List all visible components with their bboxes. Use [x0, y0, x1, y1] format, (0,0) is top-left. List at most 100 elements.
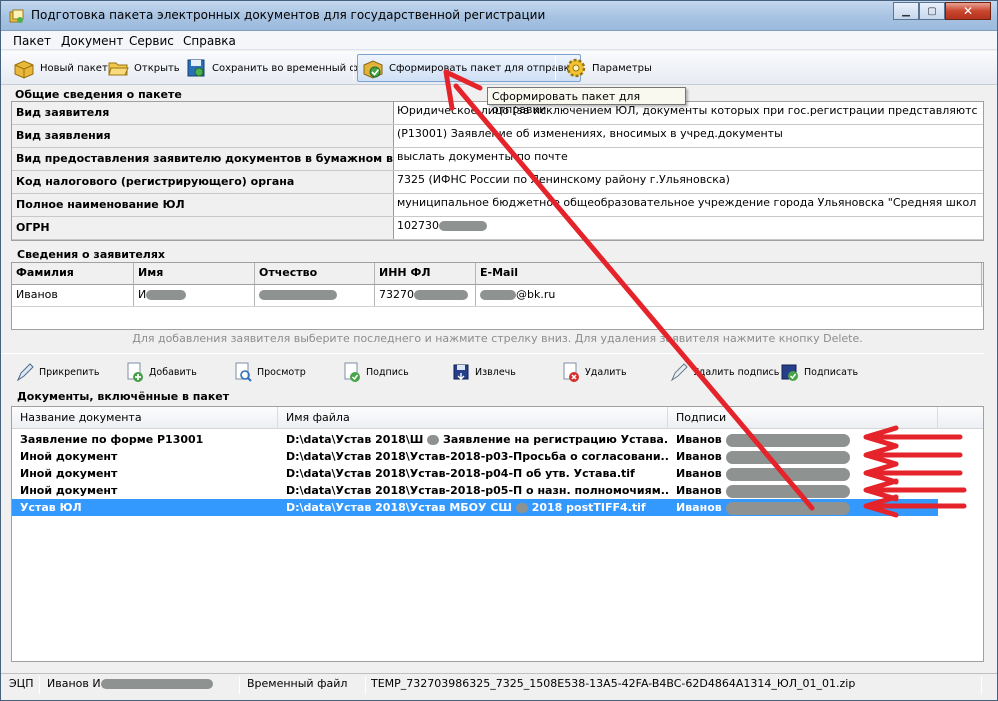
cell-name[interactable]: И [134, 285, 255, 306]
table-header: Название документа Имя файла Подписи [12, 407, 983, 429]
menu-bar: Пакет Документ Сервис Справка [1, 31, 997, 50]
delete-signature-button[interactable]: Удалить подпись [669, 359, 779, 385]
cell-inn[interactable]: 73270 [375, 285, 476, 306]
cell-doc-name: Заявление по форме Р13001 [20, 433, 204, 446]
info-key: Полное наименование ЮЛ [12, 194, 394, 216]
app-window: Подготовка пакета электронных документов… [0, 0, 998, 701]
column-header[interactable]: Имя [134, 263, 255, 284]
close-button[interactable]: ✕ [945, 2, 991, 20]
params-button[interactable]: Параметры [561, 54, 656, 82]
right-edge [984, 101, 996, 662]
status-temp-label: Временный файл [247, 677, 348, 690]
cell-file-name: D:\data\Устав 2018\Устав-2018-р03-Просьб… [286, 450, 668, 463]
sign-disk-icon [781, 364, 798, 381]
cell-signatures: Иванов [668, 431, 938, 448]
save-temp-button[interactable]: Сохранить во временный файл [181, 54, 381, 82]
cell-signatures: Иванов [668, 482, 938, 499]
window-title: Подготовка пакета электронных документов… [31, 8, 546, 22]
redaction [427, 435, 440, 445]
splitter[interactable] [1, 353, 997, 354]
table-row[interactable]: Иной документ D:\data\Устав 2018\Устав-2… [12, 482, 938, 499]
menu-package[interactable]: Пакет [13, 34, 51, 48]
main-toolbar: Новый пакет Открыть Сохранить во временн… [1, 51, 997, 85]
applicants-section-title: Сведения о заявителях [17, 248, 166, 261]
info-value[interactable]: 7325 (ИФНС России по Ленинскому району г… [395, 171, 983, 193]
menu-service[interactable]: Сервис [129, 34, 174, 48]
redaction [100, 679, 213, 689]
column-header[interactable]: Название документа [12, 407, 278, 429]
general-section-title: Общие сведения о пакете [15, 88, 182, 101]
info-key: ОГРН [12, 217, 394, 239]
info-value[interactable]: (Р13001) Заявление об изменениях, вносим… [395, 125, 983, 147]
info-key: Вид заявителя [12, 102, 394, 124]
new-package-icon [14, 60, 34, 79]
cell-patronymic[interactable] [255, 285, 375, 306]
redaction [439, 221, 487, 231]
signature-icon [344, 362, 360, 382]
column-header[interactable]: Отчество [255, 263, 375, 284]
column-header[interactable]: E-Mail [476, 263, 982, 284]
signature-button[interactable]: Подпись [342, 359, 409, 385]
cell-doc-name: Устав ЮЛ [20, 501, 82, 514]
column-header[interactable]: ИНН ФЛ [375, 263, 476, 284]
new-package-button[interactable]: Новый пакет [9, 54, 112, 82]
info-value[interactable]: Юридическое лицо (за исключением ЮЛ, док… [395, 102, 983, 124]
view-button[interactable]: Просмотр [233, 359, 306, 385]
view-document-icon [235, 362, 252, 382]
applicants-hint: Для добавления заявителя выберите послед… [132, 332, 863, 345]
table-row[interactable]: Иной документ D:\data\Устав 2018\Устав-2… [12, 465, 938, 482]
extract-button[interactable]: Извлечь [451, 359, 516, 385]
cell-email[interactable]: @bk.ru [476, 285, 982, 306]
delete-button[interactable]: Удалить [561, 359, 627, 385]
info-value[interactable]: муниципальное бюджетное общеобразователь… [395, 194, 983, 216]
document-toolbar: Прикрепить Добавить Просмотр Подпись Изв… [1, 357, 997, 387]
cell-surname[interactable]: Иванов [12, 285, 134, 306]
redaction [515, 503, 528, 513]
add-button[interactable]: Добавить [125, 359, 197, 385]
column-header[interactable]: Фамилия [12, 263, 134, 284]
redaction [725, 433, 850, 447]
form-package-icon [363, 60, 383, 79]
info-key: Код налогового (регистрирующего) органа [12, 171, 394, 193]
info-key: Вид заявления [12, 125, 394, 147]
documents-section-title: Документы, включённые в пакет [17, 390, 230, 403]
column-header[interactable]: Имя файла [278, 407, 668, 429]
ogrn-value: 102730 [397, 219, 439, 232]
info-row: Код налогового (регистрирующего) органа … [12, 171, 983, 194]
column-header[interactable]: Подписи [668, 407, 938, 429]
info-row: ОГРН 102730 [12, 217, 983, 240]
table-header: Фамилия Имя Отчество ИНН ФЛ E-Mail [12, 263, 983, 285]
minimize-button[interactable]: ▁ [893, 2, 919, 20]
status-ecp: ЭЦП [9, 677, 34, 690]
documents-table: Название документа Имя файла Подписи Зая… [11, 406, 984, 662]
redaction [725, 450, 850, 464]
add-document-icon [127, 362, 143, 382]
table-row[interactable]: Иванов И 73270 @bk.ru [12, 285, 983, 307]
cell-file-name: D:\data\Устав 2018\Устав-2018-р04-П об у… [286, 467, 635, 480]
redaction [725, 467, 850, 481]
open-button[interactable]: Открыть [103, 54, 184, 82]
info-value[interactable]: выслать документы по почте [395, 148, 983, 170]
cell-file-name: D:\data\Устав 2018\Устав-2018-р05-П о на… [286, 484, 668, 497]
info-value[interactable]: 102730 [395, 217, 983, 239]
maximize-button[interactable]: ▢ [919, 2, 945, 20]
status-bar: ЭЦП Иванов И Временный файл TEMP_7327039… [1, 673, 997, 695]
info-row: Полное наименование ЮЛ муниципальное бюд… [12, 194, 983, 217]
applicants-table: Фамилия Имя Отчество ИНН ФЛ E-Mail Ивано… [11, 262, 984, 330]
cell-signatures: Иванов [668, 465, 938, 482]
cell-doc-name: Иной документ [20, 484, 118, 497]
table-row[interactable]: Заявление по форме Р13001 D:\data\Устав … [12, 431, 938, 448]
open-folder-icon [108, 62, 129, 76]
table-row[interactable]: Иной документ D:\data\Устав 2018\Устав-2… [12, 448, 938, 465]
sign-document-button[interactable]: Подписать [780, 359, 858, 385]
menu-help[interactable]: Справка [183, 34, 236, 48]
menu-document[interactable]: Документ [61, 34, 123, 48]
form-package-button[interactable]: Сформировать пакет для отправки [357, 54, 582, 82]
gear-icon [566, 58, 586, 78]
attach-button[interactable]: Прикрепить [15, 359, 99, 385]
eraser-pen-icon [670, 363, 688, 382]
pen-icon [16, 363, 34, 382]
status-user: Иванов И [47, 677, 213, 693]
table-row-selected[interactable]: Устав ЮЛ D:\data\Устав 2018\Устав МБОУ С… [12, 499, 938, 516]
delete-icon [563, 362, 579, 382]
